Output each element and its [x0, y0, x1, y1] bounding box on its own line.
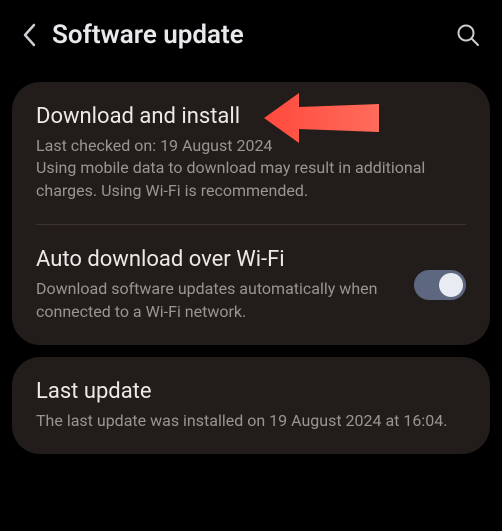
search-icon: [456, 23, 480, 47]
last-update-subtitle: The last update was installed on 19 Augu…: [36, 410, 466, 432]
header: Software update: [0, 0, 502, 70]
auto-download-toggle[interactable]: [414, 270, 466, 300]
auto-download-subtitle: Download software updates automatically …: [36, 278, 398, 323]
back-button[interactable]: [22, 23, 36, 47]
chevron-left-icon: [22, 23, 36, 47]
settings-card-2: Last update The last update was installe…: [12, 357, 490, 454]
settings-card-1: Download and install Last checked on: 19…: [12, 82, 490, 345]
auto-download-item[interactable]: Auto download over Wi-Fi Download softwa…: [12, 225, 490, 345]
page-title: Software update: [52, 20, 440, 50]
search-button[interactable]: [456, 23, 480, 47]
toggle-thumb: [439, 273, 463, 297]
download-install-title: Download and install: [36, 104, 466, 129]
last-update-item[interactable]: Last update The last update was installe…: [12, 357, 490, 454]
last-update-title: Last update: [36, 379, 466, 404]
auto-download-text: Auto download over Wi-Fi Download softwa…: [36, 247, 398, 323]
download-install-item[interactable]: Download and install Last checked on: 19…: [12, 82, 490, 224]
auto-download-title: Auto download over Wi-Fi: [36, 247, 398, 272]
download-install-subtitle: Last checked on: 19 August 2024 Using mo…: [36, 135, 466, 202]
